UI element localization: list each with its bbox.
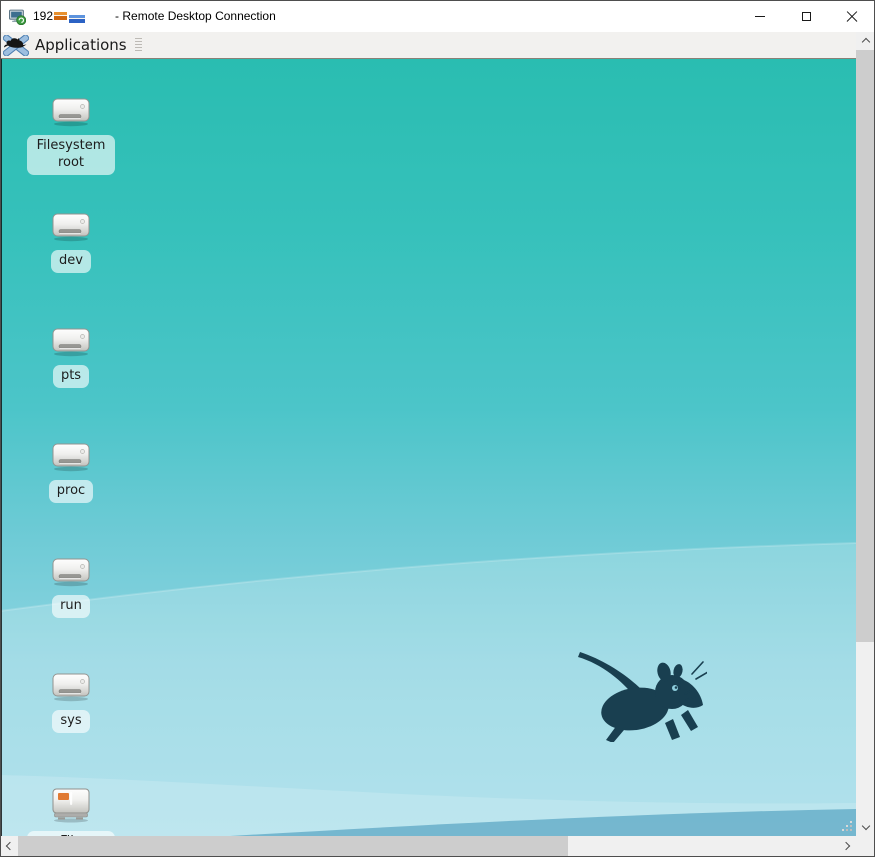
drive-icon xyxy=(48,95,94,127)
window-title: 192 - Remote Desktop Connection xyxy=(33,9,276,23)
desktop-left-edge xyxy=(0,59,2,836)
titlebar[interactable]: 192 - Remote Desktop Connection xyxy=(0,0,875,32)
xfce-mouse-logo xyxy=(575,650,707,742)
redaction-bar-blue-icon xyxy=(69,15,85,23)
drive-icon xyxy=(48,440,94,472)
desktop-icon-label: proc xyxy=(49,480,93,503)
scroll-down-button[interactable] xyxy=(856,819,875,836)
maximize-icon xyxy=(802,12,811,21)
desktop-icon-filesystem-root[interactable]: Filesystem root xyxy=(26,95,116,175)
applications-label: Applications xyxy=(35,36,127,54)
desktop-icon-label: run xyxy=(52,595,90,618)
desktop-icon-file-system[interactable]: File System xyxy=(26,787,116,836)
title-suffix: - Remote Desktop Connection xyxy=(115,9,276,23)
drive-icon xyxy=(48,670,94,702)
desktop[interactable]: Filesystem root dev pts proc run sys Fil… xyxy=(0,59,856,836)
chevron-down-icon xyxy=(861,822,869,830)
minimize-button[interactable] xyxy=(737,0,783,32)
horizontal-scrollbar[interactable] xyxy=(0,836,856,856)
horizontal-scroll-thumb[interactable] xyxy=(18,836,568,856)
vertical-scroll-thumb[interactable] xyxy=(856,50,875,642)
desktop-icon-label: Filesystem root xyxy=(27,135,115,175)
minimize-icon xyxy=(755,16,765,17)
xfce-logo-icon xyxy=(3,35,29,56)
desktop-icon-run[interactable]: run xyxy=(26,555,116,618)
desktop-icon-proc[interactable]: proc xyxy=(26,440,116,503)
window-controls xyxy=(737,0,875,32)
xfce-panel: Applications xyxy=(0,32,856,59)
desktop-icon-label: dev xyxy=(51,250,91,273)
drive-icon xyxy=(48,325,94,357)
maximize-button[interactable] xyxy=(783,0,829,32)
drive-icon xyxy=(48,555,94,587)
scroll-right-button[interactable] xyxy=(839,836,856,856)
desktop-icon-label: pts xyxy=(53,365,89,388)
scroll-up-button[interactable] xyxy=(856,32,875,49)
wallpaper-waves xyxy=(0,59,856,836)
rdp-app-icon xyxy=(9,8,26,25)
chevron-up-icon xyxy=(861,38,869,46)
vertical-scrollbar[interactable] xyxy=(856,32,875,836)
desktop-icon-sys[interactable]: sys xyxy=(26,670,116,733)
chevron-left-icon xyxy=(6,842,14,850)
desktop-icon-label: sys xyxy=(52,710,89,733)
redaction-bar-orange-icon xyxy=(54,12,67,20)
scroll-left-button[interactable] xyxy=(0,836,17,856)
drive-icon xyxy=(48,210,94,242)
resize-grip[interactable] xyxy=(856,836,875,857)
close-icon xyxy=(846,10,858,22)
close-button[interactable] xyxy=(829,0,875,32)
title-prefix: 192 xyxy=(33,9,53,23)
desktop-icon-pts[interactable]: pts xyxy=(26,325,116,388)
applications-menu-button[interactable]: Applications xyxy=(0,32,133,58)
panel-handle[interactable] xyxy=(135,38,142,53)
desktop-icon-dev[interactable]: dev xyxy=(26,210,116,273)
desktop-icon-label: File System xyxy=(27,831,115,836)
system-drive-icon xyxy=(48,787,94,823)
chevron-right-icon xyxy=(842,842,850,850)
